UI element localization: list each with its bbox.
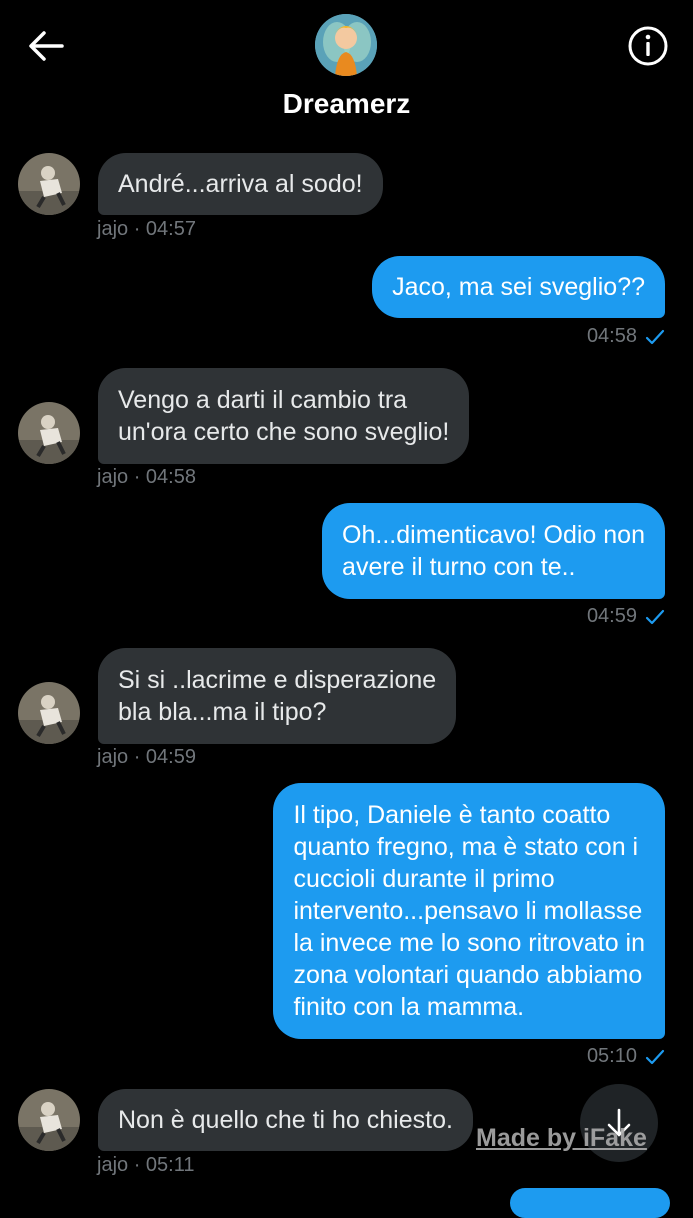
outgoing-message-bubble[interactable]: Il tipo, Daniele è tanto coatto quanto f…: [273, 783, 665, 1039]
message-time: 04:59: [586, 605, 637, 627]
incoming-message-bubble[interactable]: Si si ..lacrime e disperazione bla bla..…: [98, 648, 457, 744]
conversation-title[interactable]: Dreamerz: [0, 88, 693, 120]
avatar-image: [18, 682, 80, 744]
message-meta: 05:10: [587, 1045, 665, 1068]
group-avatar[interactable]: [315, 14, 377, 76]
sender-avatar[interactable]: [18, 1089, 80, 1151]
arrow-left-icon: [29, 31, 64, 61]
back-button[interactable]: [22, 22, 70, 70]
message-time: 05:10: [586, 1045, 637, 1067]
outgoing-message-bubble[interactable]: Oh...dimenticavo! Odio non avere il turn…: [322, 503, 665, 599]
message-meta: 04:58: [587, 325, 665, 348]
info-icon: [628, 26, 668, 66]
read-check-icon: [645, 1048, 665, 1066]
group-avatar-image: [315, 14, 377, 76]
watermark: Made by iFake: [476, 1124, 647, 1152]
sender-avatar[interactable]: [18, 153, 80, 215]
read-check-icon: [645, 328, 665, 346]
avatar-image: [18, 402, 80, 464]
outgoing-message-bubble-partial[interactable]: [510, 1188, 670, 1218]
incoming-message-bubble[interactable]: Non è quello che ti ho chiesto.: [98, 1089, 473, 1151]
incoming-message-bubble[interactable]: André...arriva al sodo!: [98, 153, 383, 215]
message-meta: jajo · 05:11: [97, 1154, 195, 1176]
message-meta: jajo · 04:58: [97, 466, 196, 488]
incoming-message-bubble[interactable]: Vengo a darti il cambio tra un'ora certo…: [98, 368, 470, 464]
message-meta: 04:59: [587, 605, 665, 628]
sender-avatar[interactable]: [18, 402, 80, 464]
sender-avatar[interactable]: [18, 682, 80, 744]
avatar-image: [18, 1089, 80, 1151]
avatar-image: [18, 153, 80, 215]
message-meta: jajo · 04:59: [97, 746, 196, 768]
conversation-header: Dreamerz: [0, 0, 693, 140]
read-check-icon: [645, 608, 665, 626]
message-meta: jajo · 04:57: [97, 218, 196, 240]
outgoing-message-bubble[interactable]: Jaco, ma sei sveglio??: [372, 256, 665, 318]
info-button[interactable]: [624, 22, 672, 70]
message-time: 04:58: [586, 325, 637, 347]
